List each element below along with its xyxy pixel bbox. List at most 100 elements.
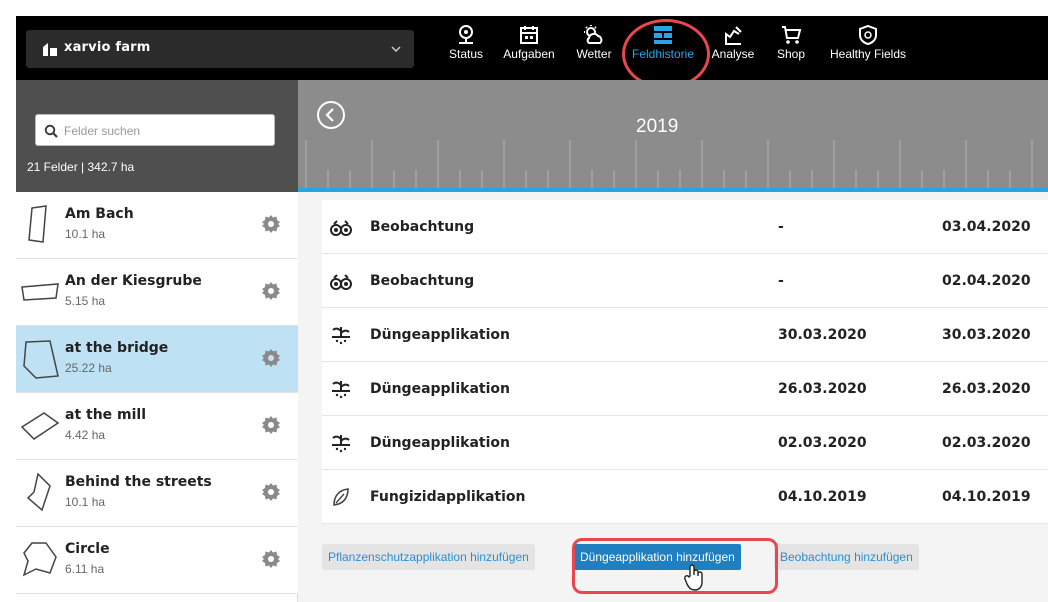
field-item-selected[interactable]: at the bridge 25.22 ha — [16, 326, 298, 393]
cart-icon — [782, 26, 802, 44]
search-icon — [44, 124, 58, 138]
history-type: Beobachtung — [370, 273, 475, 289]
history-type: Düngeapplikation — [370, 381, 510, 397]
add-observation-button[interactable]: Beobachtung hinzufügen — [774, 544, 919, 570]
nav-healthy-fields[interactable]: Healthy Fields — [816, 24, 920, 74]
history-end: 26.03.2020 — [942, 381, 1031, 397]
history-row[interactable]: Fungizidapplikation 04.10.2019 04.10.201… — [322, 470, 1048, 524]
field-list: Am Bach 10.1 ha An der Kiesgrube 5.15 ha… — [16, 192, 298, 594]
top-bar: xarvio farm Status Aufgaben Wetter Feldh… — [16, 16, 1048, 80]
history-start: 30.03.2020 — [778, 327, 867, 343]
field-shape-icon — [26, 472, 51, 512]
history-row[interactable]: Düngeapplikation 30.03.2020 30.03.2020 — [322, 308, 1048, 362]
history-type: Fungizidapplikation — [370, 489, 526, 505]
history-start: - — [778, 219, 784, 235]
history-row[interactable]: Düngeapplikation 02.03.2020 02.03.2020 — [322, 416, 1048, 470]
nav-wetter[interactable]: Wetter — [570, 24, 618, 74]
nav-label: Status — [448, 47, 484, 61]
gear-icon[interactable] — [261, 482, 281, 502]
search-box[interactable] — [35, 114, 275, 146]
field-size: 5.15 ha — [65, 294, 106, 308]
timeline-ruler[interactable] — [298, 140, 1048, 188]
field-size: 25.22 ha — [65, 361, 112, 375]
field-name: An der Kiesgrube — [65, 273, 202, 289]
gear-icon[interactable] — [261, 281, 281, 301]
history-type: Düngeapplikation — [370, 327, 510, 343]
history-type: Düngeapplikation — [370, 435, 510, 451]
chevron-down-icon — [391, 46, 401, 53]
field-name: Circle — [65, 541, 110, 557]
history-end: 03.04.2020 — [942, 219, 1031, 235]
field-item[interactable]: An der Kiesgrube 5.15 ha — [16, 259, 298, 326]
nav-label: Wetter — [576, 47, 612, 61]
nav-label: Analyse — [711, 47, 755, 61]
field-name: Behind the streets — [65, 474, 212, 490]
gear-icon[interactable] — [261, 348, 281, 368]
field-name: at the bridge — [65, 340, 169, 356]
field-size: 4.42 ha — [65, 428, 106, 442]
field-shape-icon — [20, 412, 60, 440]
leaf-icon — [333, 488, 349, 506]
history-start: - — [778, 273, 784, 289]
field-shape-icon — [21, 283, 59, 301]
highlight-ring-action — [572, 538, 778, 594]
gear-icon[interactable] — [261, 549, 281, 569]
field-item[interactable]: Circle 6.11 ha — [16, 527, 298, 594]
history-row[interactable]: Beobachtung - 02.04.2020 — [322, 254, 1048, 308]
analysis-icon — [725, 26, 742, 45]
history-start: 04.10.2019 — [778, 489, 867, 505]
nav-aufgaben[interactable]: Aufgaben — [496, 24, 562, 74]
history-end: 02.03.2020 — [942, 435, 1031, 451]
field-name: Am Bach — [65, 206, 134, 222]
fertilizer-icon — [332, 327, 350, 345]
history-start: 26.03.2020 — [778, 381, 867, 397]
gear-icon[interactable] — [261, 214, 281, 234]
calendar-icon — [520, 26, 538, 44]
field-shape-icon — [22, 542, 57, 577]
field-size: 10.1 ha — [65, 495, 106, 509]
history-type: Beobachtung — [370, 219, 475, 235]
add-plant-protection-button[interactable]: Pflanzenschutzapplikation hinzufügen — [322, 544, 535, 570]
history-row[interactable]: Düngeapplikation 26.03.2020 26.03.2020 — [322, 362, 1048, 416]
search-input[interactable] — [64, 120, 264, 142]
history-end: 30.03.2020 — [942, 327, 1031, 343]
nav-label: Shop — [776, 47, 806, 61]
history-row[interactable]: Beobachtung - 03.04.2020 — [322, 200, 1048, 254]
nav-label: Aufgaben — [503, 47, 555, 61]
field-item[interactable]: Behind the streets 10.1 ha — [16, 460, 298, 527]
field-summary: 21 Felder | 342.7 ha — [27, 160, 135, 174]
hand-cursor-icon — [684, 564, 703, 591]
weather-icon — [584, 25, 603, 44]
timeline-year: 2019 — [636, 116, 679, 137]
map-pin-icon — [459, 25, 473, 44]
history-end: 04.10.2019 — [942, 489, 1031, 505]
back-arrow-icon[interactable] — [316, 100, 346, 130]
nav-status[interactable]: Status — [444, 24, 488, 74]
field-size: 6.11 ha — [65, 562, 105, 576]
binoculars-icon — [330, 274, 352, 290]
timeline-header: 2019 — [298, 80, 1048, 192]
farm-selector[interactable]: xarvio farm — [26, 30, 414, 68]
gear-icon[interactable] — [261, 415, 281, 435]
highlight-ring-nav — [622, 19, 710, 89]
field-size: 10.1 ha — [65, 227, 106, 241]
history-start: 02.03.2020 — [778, 435, 867, 451]
field-shape-icon — [23, 340, 59, 379]
nav-shop[interactable]: Shop — [772, 24, 810, 74]
fertilizer-icon — [332, 435, 350, 453]
farm-logo-icon — [43, 43, 57, 56]
farm-name: xarvio farm — [64, 40, 151, 55]
field-item[interactable]: at the mill 4.42 ha — [16, 393, 298, 460]
field-sidebar: 21 Felder | 342.7 ha Am Bach 10.1 ha An … — [16, 80, 298, 602]
shield-icon — [859, 24, 877, 46]
history-end: 02.04.2020 — [942, 273, 1031, 289]
history-list: Beobachtung - 03.04.2020 Beobachtung - 0… — [322, 200, 1048, 524]
field-shape-icon — [28, 205, 47, 243]
binoculars-icon — [330, 220, 352, 236]
field-name: at the mill — [65, 407, 147, 423]
field-item[interactable]: Am Bach 10.1 ha — [16, 192, 298, 259]
fertilizer-icon — [332, 381, 350, 399]
sidebar-header: 21 Felder | 342.7 ha — [16, 80, 298, 192]
nav-analyse[interactable]: Analyse — [704, 24, 762, 74]
nav-label: Healthy Fields — [829, 47, 907, 61]
